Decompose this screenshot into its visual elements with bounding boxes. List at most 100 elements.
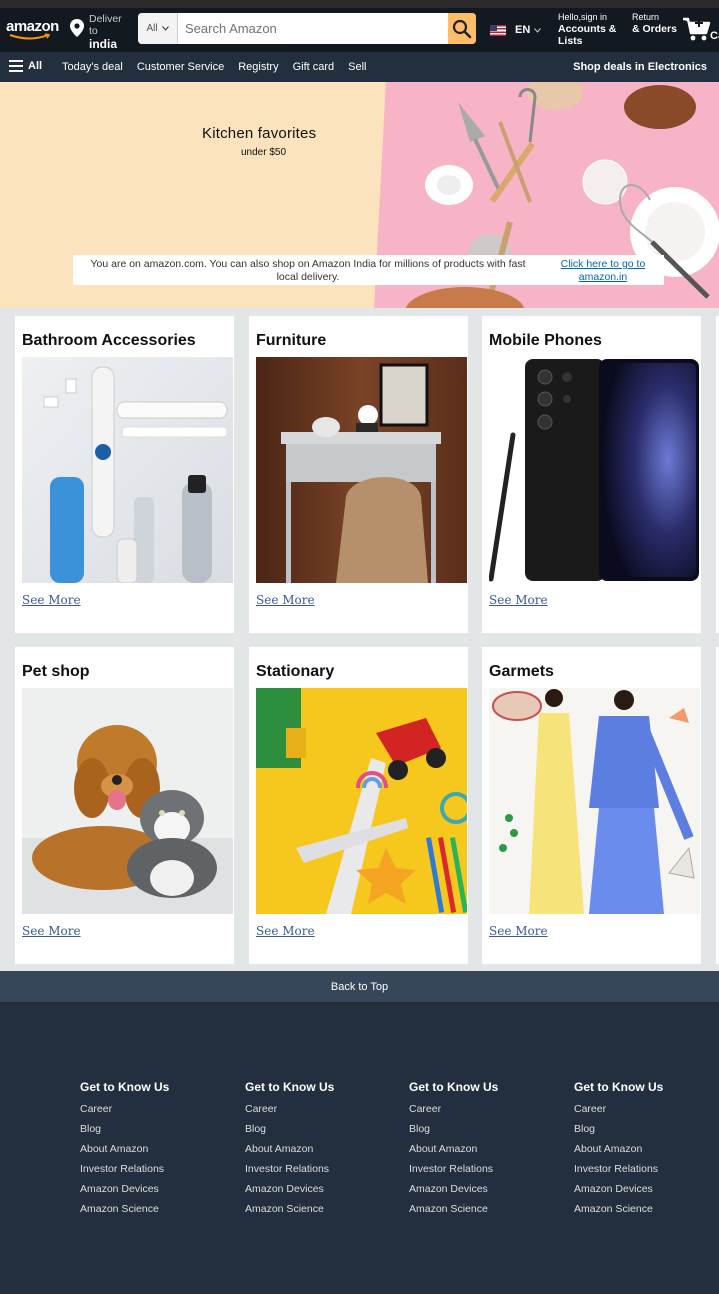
footer-link-career[interactable]: Career	[574, 1103, 714, 1123]
see-more-link[interactable]: See More	[256, 593, 315, 607]
category-card-garmets[interactable]: Garmets See More	[482, 647, 701, 964]
amazon-logo[interactable]: amazon	[6, 18, 59, 40]
locale-notice-text: You are on amazon.com. You can also shop…	[90, 258, 526, 283]
all-menu-button[interactable]: All	[9, 60, 42, 72]
see-more-link[interactable]: See More	[22, 924, 81, 938]
stationary-toys-image	[256, 688, 467, 914]
footer-column: Get to Know Us Career Blog About Amazon …	[574, 1080, 714, 1223]
see-more-link[interactable]: See More	[489, 924, 548, 938]
fashion-image	[489, 688, 700, 914]
footer-link-blog[interactable]: Blog	[245, 1123, 395, 1143]
category-card-furniture[interactable]: Furniture See More	[249, 316, 468, 633]
footer-link-investor[interactable]: Investor Relations	[80, 1163, 230, 1183]
location-pin-icon	[70, 19, 84, 37]
footer-link-investor[interactable]: Investor Relations	[574, 1163, 714, 1183]
footer-heading: Get to Know Us	[409, 1080, 499, 1094]
category-image-pets[interactable]	[22, 688, 233, 914]
orders-label: & Orders	[632, 23, 677, 35]
category-card-stationary[interactable]: Stationary See More	[249, 647, 468, 964]
footer-link-career[interactable]: Career	[409, 1103, 559, 1123]
footer-link-about[interactable]: About Amazon	[80, 1143, 230, 1163]
footer-link-about[interactable]: About Amazon	[245, 1143, 395, 1163]
footer-link-about[interactable]: About Amazon	[574, 1143, 714, 1163]
category-image-furniture[interactable]	[256, 357, 467, 583]
footer-link-blog[interactable]: Blog	[409, 1123, 559, 1143]
cart-label: Ca	[710, 30, 719, 42]
category-image-garmets[interactable]	[489, 688, 700, 914]
returns-label: Return	[632, 12, 660, 22]
chevron-down-icon	[161, 26, 169, 31]
nav-links: Today's deal Customer Service Registry G…	[62, 61, 367, 73]
nav-bar: All Today's deal Customer Service Regist…	[0, 52, 719, 82]
category-title: Pet shop	[22, 663, 90, 680]
top-strip	[0, 0, 719, 8]
footer-link-science[interactable]: Amazon Science	[409, 1203, 559, 1223]
cart-icon	[683, 17, 711, 41]
category-image-bathroom[interactable]	[22, 357, 233, 583]
footer-link-devices[interactable]: Amazon Devices	[409, 1183, 559, 1203]
footer-link-career[interactable]: Career	[245, 1103, 395, 1123]
category-card-pet-shop[interactable]: Pet shop See More	[15, 647, 234, 964]
chevron-down-icon	[534, 27, 542, 33]
cart-button[interactable]: Ca	[682, 16, 719, 46]
returns-orders[interactable]: Return & Orders	[632, 12, 678, 35]
footer-column: Get to Know Us Career Blog About Amazon …	[80, 1080, 230, 1223]
category-title: Bathroom Accessories	[22, 332, 196, 349]
footer-link-blog[interactable]: Blog	[80, 1123, 230, 1143]
hero-subtitle: under $50	[241, 147, 287, 158]
locale-notice: You are on amazon.com. You can also shop…	[73, 255, 664, 285]
search-input[interactable]	[179, 13, 447, 44]
deliver-label: Deliver to	[89, 13, 122, 37]
footer-link-investor[interactable]: Investor Relations	[245, 1163, 395, 1183]
smartphone-image	[489, 357, 700, 583]
nav-link-customer-service[interactable]: Customer Service	[137, 61, 224, 73]
account-lists[interactable]: Hello,sign in Accounts & Lists	[558, 12, 628, 47]
language-selector[interactable]: EN	[490, 21, 542, 39]
category-card-bathroom[interactable]: Bathroom Accessories See More	[15, 316, 234, 633]
header: amazon Deliver to india All EN	[0, 8, 719, 52]
language-label: EN	[515, 24, 531, 36]
footer-link-science[interactable]: Amazon Science	[574, 1203, 714, 1223]
hero-title: Kitchen favorites	[202, 125, 317, 142]
search-button[interactable]	[448, 13, 476, 44]
search-category-select[interactable]: All	[138, 13, 178, 44]
nav-link-todays-deal[interactable]: Today's deal	[62, 61, 123, 73]
footer-heading: Get to Know Us	[574, 1080, 664, 1094]
back-to-top-button[interactable]: Back to Top	[0, 971, 719, 1002]
all-menu-label: All	[28, 60, 43, 72]
footer-link-investor[interactable]: Investor Relations	[409, 1163, 559, 1183]
nav-promo-link[interactable]: Shop deals in Electronics	[573, 61, 707, 73]
footer-link-blog[interactable]: Blog	[574, 1123, 714, 1143]
category-image-phones[interactable]	[489, 357, 700, 583]
search-icon	[452, 19, 472, 38]
see-more-link[interactable]: See More	[489, 593, 548, 607]
footer-link-career[interactable]: Career	[80, 1103, 230, 1123]
hamburger-icon	[9, 60, 23, 72]
pets-image	[22, 688, 233, 914]
category-image-stationary[interactable]	[256, 688, 467, 914]
hero-banner[interactable]: Kitchen favorites under $50 You are on a…	[0, 82, 719, 308]
nav-link-gift-card[interactable]: Gift card	[293, 61, 335, 73]
us-flag-icon	[490, 24, 506, 36]
footer-link-science[interactable]: Amazon Science	[245, 1203, 395, 1223]
deliver-location: india	[89, 37, 118, 51]
footer-link-devices[interactable]: Amazon Devices	[80, 1183, 230, 1203]
footer: Get to Know Us Career Blog About Amazon …	[0, 1002, 719, 1294]
category-title: Garmets	[489, 663, 554, 680]
nav-link-sell[interactable]: Sell	[348, 61, 366, 73]
nav-link-registry[interactable]: Registry	[238, 61, 278, 73]
furniture-image	[256, 357, 467, 583]
deliver-to[interactable]: Deliver to india	[70, 11, 132, 51]
go-to-amazon-in-link[interactable]: Click here to go to amazon.in	[553, 258, 653, 283]
footer-link-about[interactable]: About Amazon	[409, 1143, 559, 1163]
footer-link-devices[interactable]: Amazon Devices	[245, 1183, 395, 1203]
footer-column: Get to Know Us Career Blog About Amazon …	[409, 1080, 559, 1223]
account-label: Accounts & Lists	[558, 23, 617, 47]
see-more-link[interactable]: See More	[256, 924, 315, 938]
see-more-link[interactable]: See More	[22, 593, 81, 607]
category-title: Stationary	[256, 663, 335, 680]
bathroom-products-image	[22, 357, 233, 583]
footer-link-science[interactable]: Amazon Science	[80, 1203, 230, 1223]
footer-link-devices[interactable]: Amazon Devices	[574, 1183, 714, 1203]
category-card-mobile-phones[interactable]: Mobile Phones See More	[482, 316, 701, 633]
